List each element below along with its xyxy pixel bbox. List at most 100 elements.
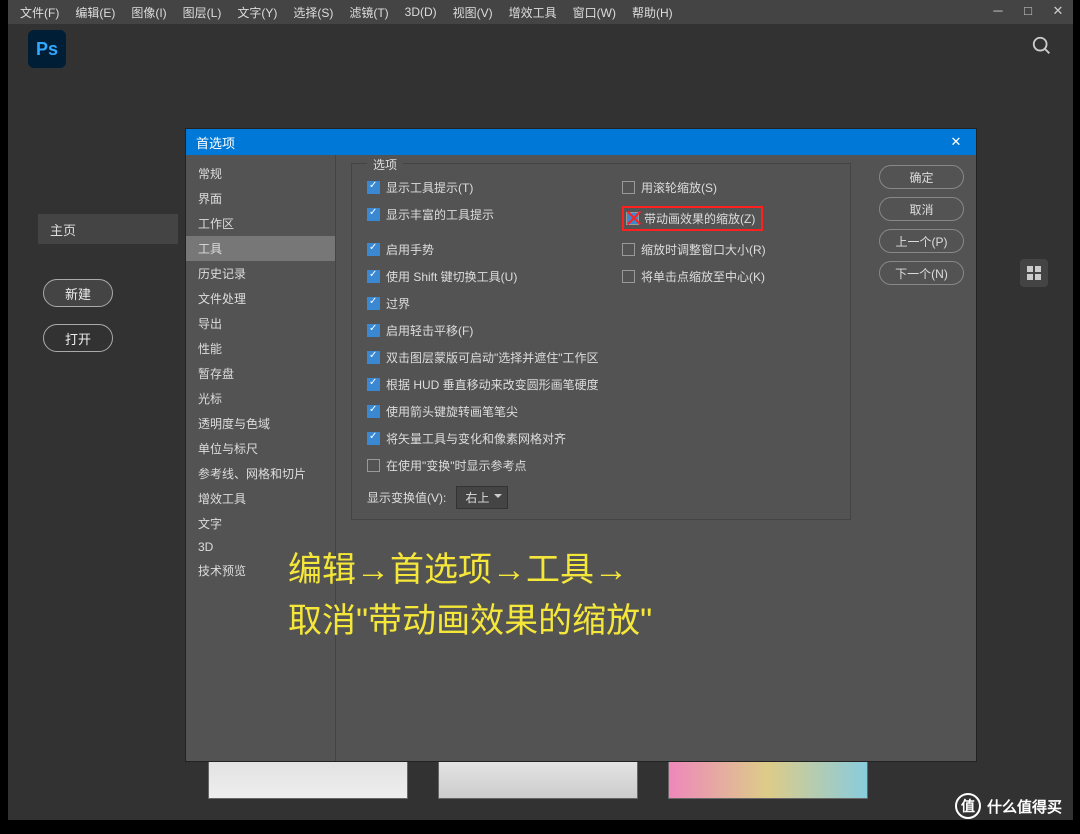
sidebar-item[interactable]: 透明度与色域: [186, 411, 335, 436]
app-frame: 文件(F) 编辑(E) 图像(I) 图层(L) 文字(Y) 选择(S) 滤镜(T…: [8, 0, 1073, 820]
option-item: 过界: [367, 295, 835, 312]
maximize-button[interactable]: □: [1013, 0, 1043, 21]
sidebar-item[interactable]: 光标: [186, 386, 335, 411]
sidebar-item[interactable]: 暂存盘: [186, 361, 335, 386]
checkbox-highlighted[interactable]: [626, 212, 639, 225]
grid-view-icon[interactable]: [1020, 259, 1048, 287]
watermark-text: 什么值得买: [987, 796, 1062, 817]
checkbox[interactable]: [367, 181, 380, 194]
option-label: 根据 HUD 垂直移动来改变圆形画笔硬度: [386, 376, 599, 393]
sidebar-item[interactable]: 性能: [186, 336, 335, 361]
transform-label: 显示变换值(V):: [367, 489, 446, 506]
option-label: 启用轻击平移(F): [386, 322, 473, 339]
option-label: 显示工具提示(T): [386, 179, 473, 196]
sidebar-item[interactable]: 历史记录: [186, 261, 335, 286]
menu-help[interactable]: 帮助(H): [624, 1, 681, 24]
transform-select[interactable]: 右上: [456, 486, 508, 509]
option-item: 将单击点缩放至中心(K): [622, 268, 765, 285]
checkbox[interactable]: [367, 297, 380, 310]
close-window-button[interactable]: ✕: [1043, 0, 1073, 21]
cancel-button[interactable]: 取消: [879, 197, 964, 221]
window-controls: ─ □ ✕: [983, 0, 1073, 21]
menu-window[interactable]: 窗口(W): [565, 1, 624, 24]
menu-3d[interactable]: 3D(D): [397, 2, 445, 22]
menu-type[interactable]: 文字(Y): [229, 1, 285, 24]
option-item: 显示丰富的工具提示: [367, 206, 622, 223]
option-item: 使用 Shift 键切换工具(U): [367, 268, 622, 285]
option-label: 将矢量工具与变化和像素网格对齐: [386, 430, 566, 447]
ok-button[interactable]: 确定: [879, 165, 964, 189]
sidebar-item[interactable]: 增效工具: [186, 486, 335, 511]
option-label: 显示丰富的工具提示: [386, 206, 494, 223]
checkbox[interactable]: [367, 324, 380, 337]
checkbox[interactable]: [367, 432, 380, 445]
preferences-dialog: 首选项 ✕ 常规界面工作区工具历史记录文件处理导出性能暂存盘光标透明度与色域单位…: [185, 128, 977, 762]
close-icon[interactable]: ✕: [946, 132, 966, 152]
option-label: 在使用"变换"时显示参考点: [386, 457, 527, 474]
checkbox[interactable]: [367, 351, 380, 364]
prefs-sidebar: 常规界面工作区工具历史记录文件处理导出性能暂存盘光标透明度与色域单位与标尺参考线…: [186, 155, 336, 761]
option-label: 使用箭头键旋转画笔笔尖: [386, 403, 518, 420]
app-header: Ps: [8, 24, 1073, 74]
checkbox[interactable]: [622, 181, 635, 194]
open-button[interactable]: 打开: [43, 324, 113, 352]
home-tab[interactable]: 主页: [38, 214, 178, 244]
sidebar-item[interactable]: 参考线、网格和切片: [186, 461, 335, 486]
menu-layer[interactable]: 图层(L): [175, 1, 230, 24]
checkbox[interactable]: [622, 270, 635, 283]
sidebar-item[interactable]: 界面: [186, 186, 335, 211]
menu-edit[interactable]: 编辑(E): [67, 1, 123, 24]
option-label: 启用手势: [386, 241, 434, 258]
menu-plugins[interactable]: 增效工具: [501, 1, 565, 24]
sidebar-item[interactable]: 导出: [186, 311, 335, 336]
search-icon[interactable]: [1031, 35, 1053, 63]
option-item: 显示工具提示(T): [367, 179, 622, 196]
sidebar-item[interactable]: 文件处理: [186, 286, 335, 311]
sidebar-item[interactable]: 单位与标尺: [186, 436, 335, 461]
option-label: 用滚轮缩放(S): [641, 179, 717, 196]
annotation-line-2: 取消"带动画效果的缩放": [288, 596, 652, 647]
checkbox[interactable]: [367, 459, 380, 472]
option-item: 根据 HUD 垂直移动来改变圆形画笔硬度: [367, 376, 835, 393]
menu-bar: 文件(F) 编辑(E) 图像(I) 图层(L) 文字(Y) 选择(S) 滤镜(T…: [8, 0, 1073, 24]
ps-logo: Ps: [28, 30, 66, 68]
sidebar-item[interactable]: 常规: [186, 161, 335, 186]
prev-button[interactable]: 上一个(P): [879, 229, 964, 253]
transform-values-row: 显示变换值(V): 右上: [367, 486, 835, 509]
annotation-overlay: 编辑→首选项→工具→ 取消"带动画效果的缩放": [288, 545, 652, 647]
option-item: 将矢量工具与变化和像素网格对齐: [367, 430, 835, 447]
annotation-line-1: 编辑→首选项→工具→: [288, 545, 652, 596]
option-item: 启用轻击平移(F): [367, 322, 835, 339]
option-item: 带动画效果的缩放(Z): [622, 206, 763, 231]
sidebar-item[interactable]: 工作区: [186, 211, 335, 236]
checkbox[interactable]: [622, 243, 635, 256]
option-label: 使用 Shift 键切换工具(U): [386, 268, 517, 285]
dialog-buttons: 确定 取消 上一个(P) 下一个(N): [879, 165, 964, 285]
menu-file[interactable]: 文件(F): [12, 1, 67, 24]
sidebar-item[interactable]: 文字: [186, 511, 335, 536]
option-label: 带动画效果的缩放(Z): [644, 210, 755, 227]
group-label: 选项: [367, 156, 403, 173]
checkbox[interactable]: [367, 405, 380, 418]
menu-image[interactable]: 图像(I): [123, 1, 174, 24]
option-item: 使用箭头键旋转画笔笔尖: [367, 403, 835, 420]
option-item: 双击图层蒙版可启动"选择并遮住"工作区: [367, 349, 835, 366]
next-button[interactable]: 下一个(N): [879, 261, 964, 285]
minimize-button[interactable]: ─: [983, 0, 1013, 21]
option-label: 双击图层蒙版可启动"选择并遮住"工作区: [386, 349, 599, 366]
menu-filter[interactable]: 滤镜(T): [341, 1, 396, 24]
dialog-title: 首选项: [196, 133, 235, 152]
checkbox[interactable]: [367, 270, 380, 283]
option-item: 启用手势: [367, 241, 622, 258]
menu-select[interactable]: 选择(S): [285, 1, 341, 24]
watermark-icon: 值: [955, 793, 981, 819]
watermark: 值 什么值得买: [955, 793, 1062, 819]
option-item: 用滚轮缩放(S): [622, 179, 717, 196]
menu-view[interactable]: 视图(V): [445, 1, 501, 24]
checkbox[interactable]: [367, 208, 380, 221]
sidebar-item[interactable]: 工具: [186, 236, 335, 261]
checkbox[interactable]: [367, 378, 380, 391]
checkbox[interactable]: [367, 243, 380, 256]
new-button[interactable]: 新建: [43, 279, 113, 307]
option-label: 过界: [386, 295, 410, 312]
